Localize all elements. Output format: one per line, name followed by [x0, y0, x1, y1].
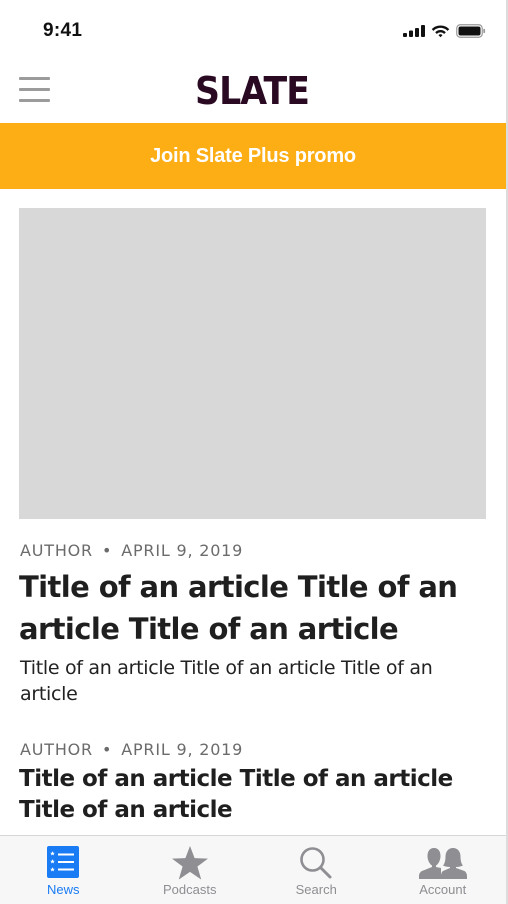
article-meta: AUTHOR • APRIL 9, 2019: [20, 740, 243, 759]
star-icon: [171, 846, 208, 880]
article-author: AUTHOR: [20, 740, 93, 759]
battery-icon: [456, 24, 486, 38]
article-description: Title of an article Title of an article …: [20, 657, 433, 705]
tab-bar: News Podcasts Search Account: [0, 835, 506, 904]
hamburger-menu-icon[interactable]: [19, 77, 50, 103]
article-title[interactable]: Title of an article Title of an article …: [19, 764, 494, 826]
tab-label: Account: [419, 882, 467, 897]
tab-news[interactable]: News: [0, 836, 127, 904]
tab-label: Search: [295, 882, 337, 897]
join-slate-plus-promo-button[interactable]: Join Slate Plus promo: [0, 123, 506, 189]
tab-podcasts[interactable]: Podcasts: [127, 836, 254, 904]
search-icon: [300, 847, 332, 879]
account-people-icon: [418, 848, 467, 879]
slate-logo[interactable]: SLATE: [194, 70, 310, 110]
logo-text: SLATE: [195, 70, 309, 110]
cellular-signal-icon: [403, 25, 425, 37]
article-image-placeholder[interactable]: [19, 208, 486, 519]
status-bar: 9:41: [0, 0, 506, 60]
meta-separator: •: [101, 740, 113, 759]
news-list-icon: [47, 846, 80, 878]
article-meta: AUTHOR • APRIL 9, 2019: [20, 541, 243, 560]
tab-label: News: [46, 882, 80, 897]
article-author: AUTHOR: [20, 541, 93, 560]
article-title[interactable]: Title of an article Title of an article …: [19, 566, 489, 650]
article-date: APRIL 9, 2019: [121, 541, 244, 560]
tab-label: Podcasts: [163, 882, 217, 897]
meta-separator: •: [101, 541, 113, 560]
status-time: 9:41: [43, 20, 83, 41]
status-icons: [403, 24, 486, 38]
wifi-icon: [431, 25, 450, 38]
article-date: APRIL 9, 2019: [121, 740, 244, 759]
tab-search[interactable]: Search: [253, 836, 380, 904]
app-header: SLATE: [0, 60, 506, 122]
tab-account[interactable]: Account: [380, 836, 507, 904]
app-screen: 9:41 SLATE Join Slate Plus promo AUTHOR …: [0, 0, 506, 904]
